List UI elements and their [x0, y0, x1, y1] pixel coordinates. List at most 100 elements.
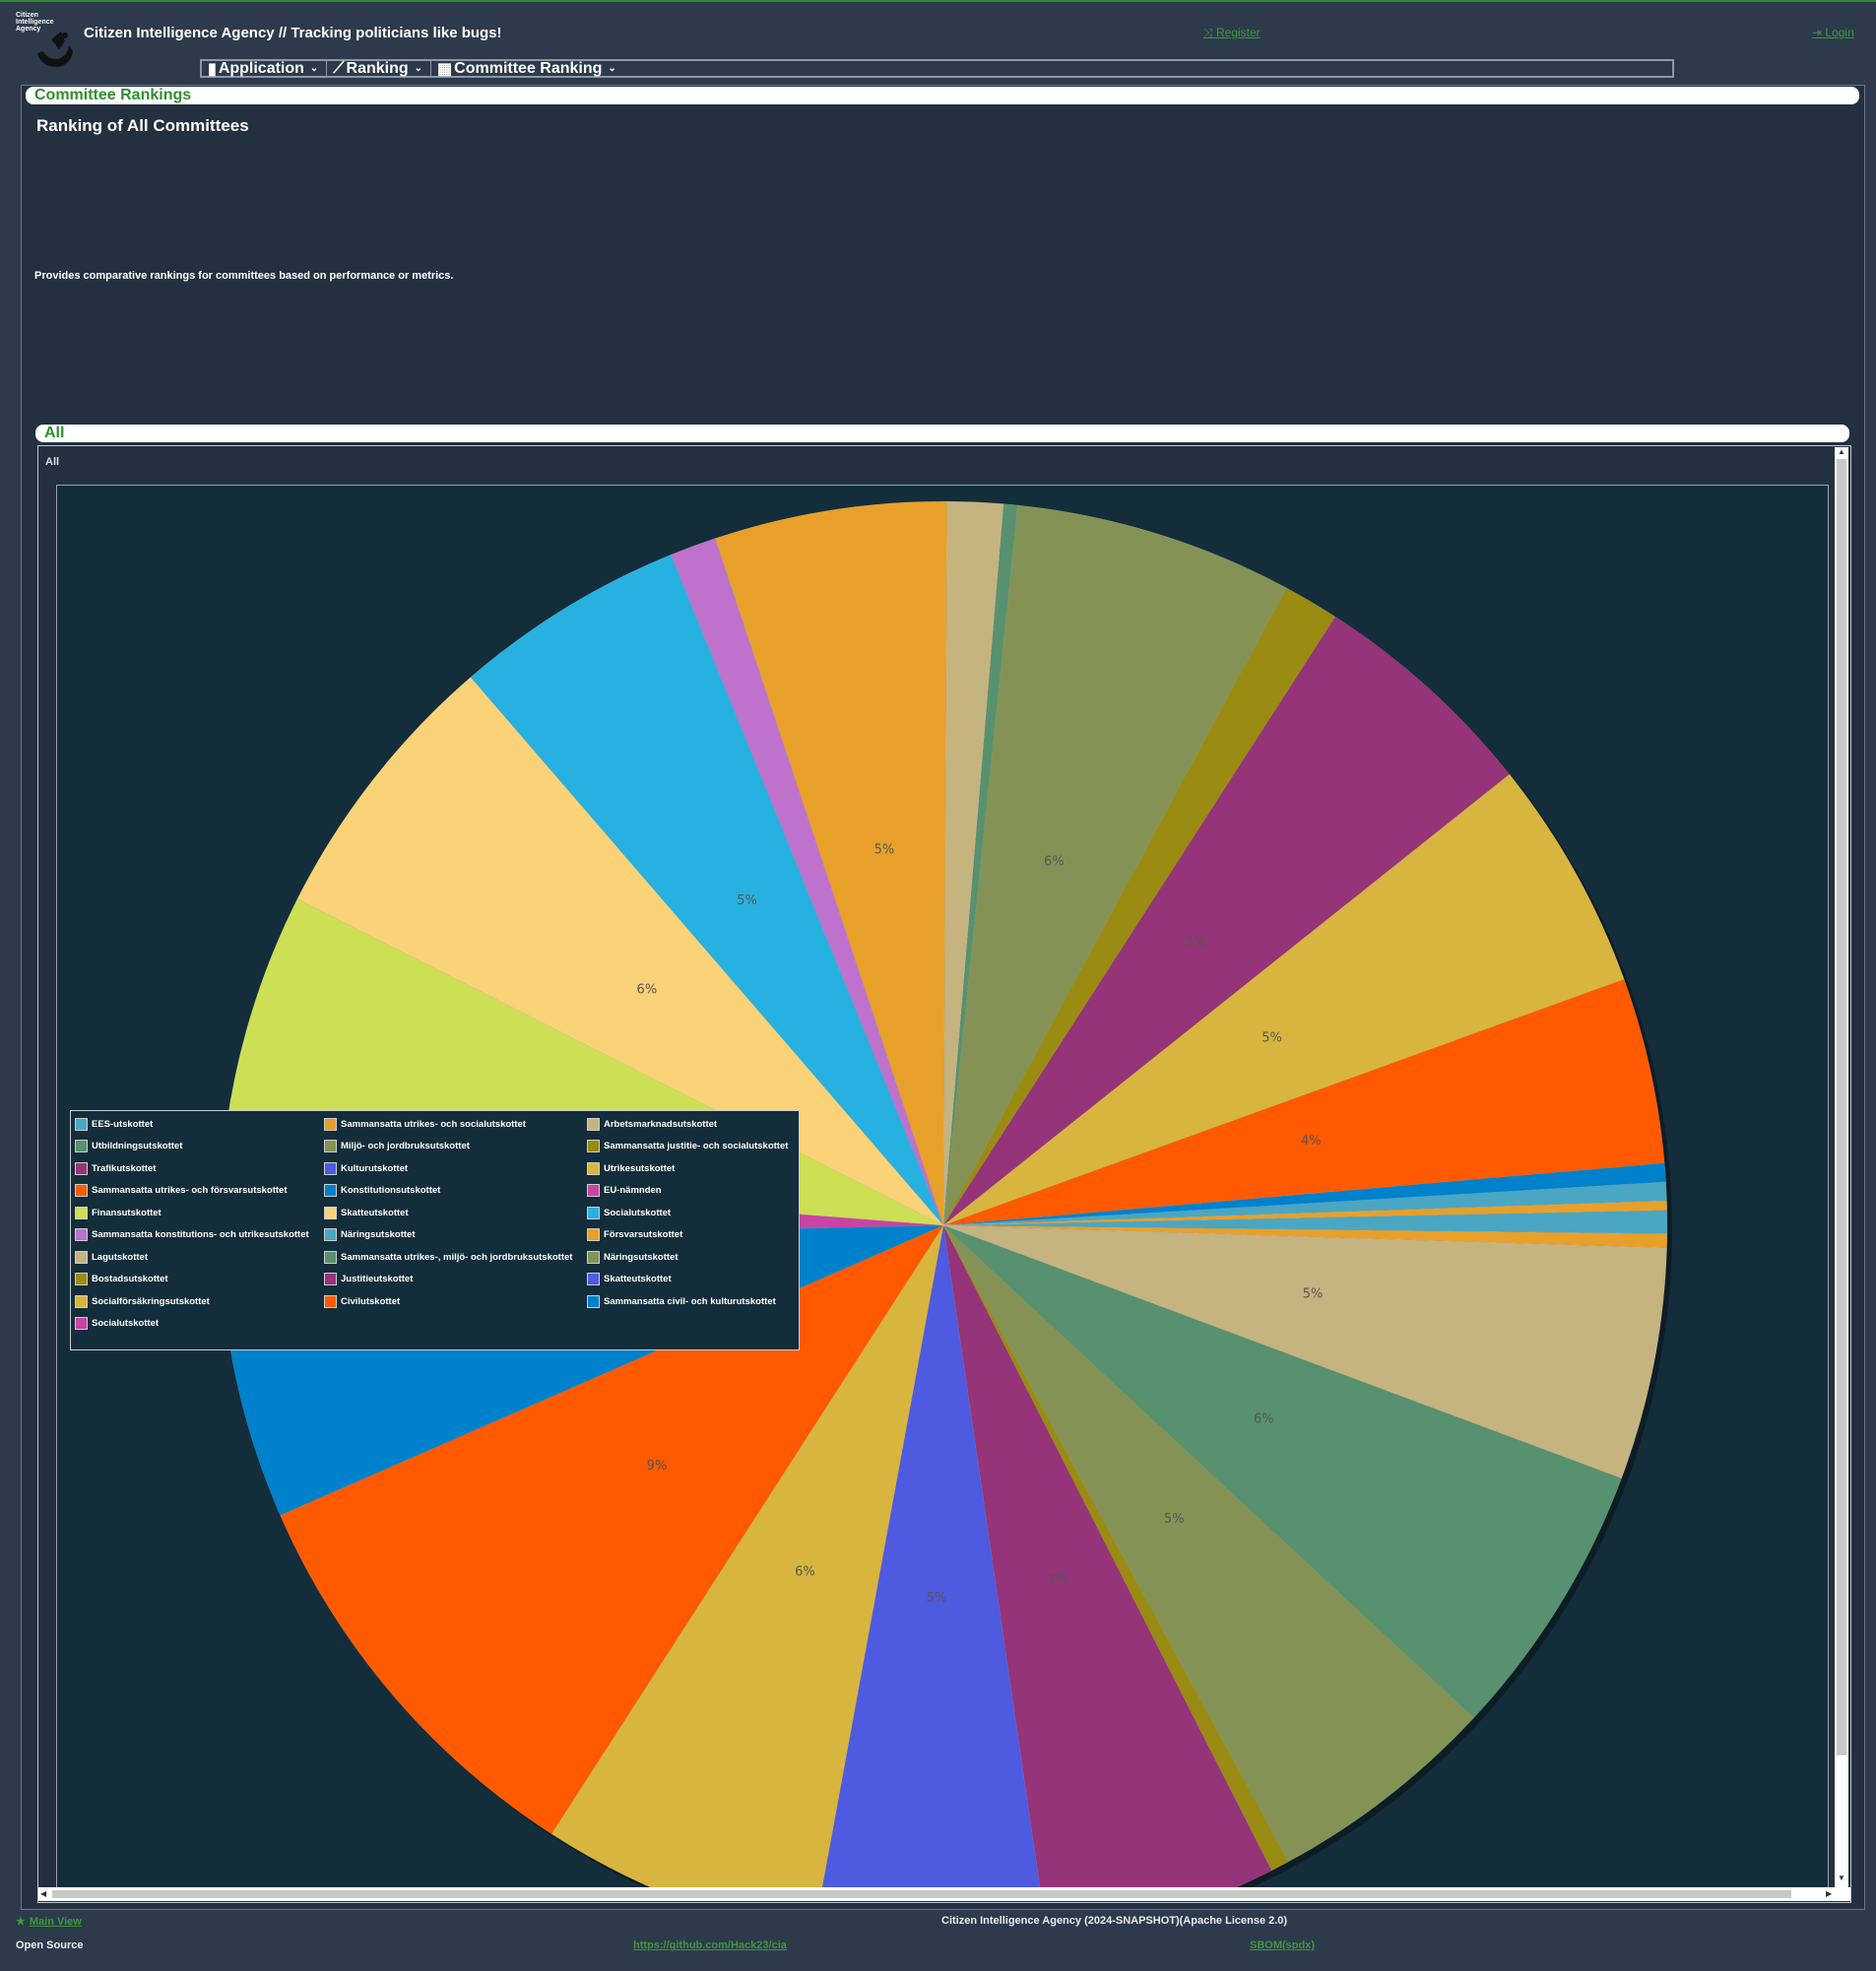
page-description: Provides comparative rankings for commit… — [34, 270, 454, 282]
legend-item[interactable]: Försvarsutskottet — [585, 1224, 802, 1247]
horizontal-scrollbar-thumb[interactable] — [52, 1890, 1791, 1898]
legend-item[interactable]: Sammansatta utrikes- och försvarsutskott… — [73, 1180, 322, 1203]
pie-slice-label: 6% — [795, 1564, 815, 1579]
pie-slice-label: 9% — [647, 1459, 668, 1474]
main-view-label: Main View — [29, 1916, 82, 1928]
legend-item[interactable]: Socialutskottet — [73, 1313, 322, 1336]
legend-item[interactable]: Arbetsmarknadsutskottet — [585, 1113, 802, 1136]
legend-item[interactable]: EES-utskottet — [73, 1113, 322, 1136]
legend-label: Socialutskottet — [604, 1207, 672, 1218]
legend-item[interactable]: Miljö- och jordbruksutskottet — [322, 1136, 585, 1158]
legend-item[interactable]: Sammansatta civil- och kulturutskottet — [585, 1290, 802, 1313]
logo[interactable]: Citizen Intelligence Agency — [14, 10, 77, 71]
pie-slice-label: 5% — [1164, 1512, 1185, 1527]
legend-item[interactable]: Utbildningsutskottet — [73, 1136, 322, 1158]
legend-label: Socialutskottet — [92, 1318, 160, 1330]
pie-chart: 5%6%5%5%5%6%9%6%6%5%5%6%5%5%4% EES-utsko… — [56, 485, 1829, 1891]
pie-slice-label: 5% — [1047, 1573, 1067, 1588]
legend-swatch — [324, 1228, 337, 1242]
pie-slice-label: 5% — [874, 843, 895, 858]
sbom-link[interactable]: SBOM(spdx) — [1250, 1939, 1315, 1951]
page-title: Ranking of All Committees — [36, 116, 249, 135]
legend-item[interactable]: Sammansatta utrikes- och socialutskottet — [322, 1113, 585, 1136]
legend-item[interactable]: Kulturutskottet — [322, 1157, 585, 1180]
menu-ranking[interactable]: ⟋ Ranking ⌄ — [326, 60, 430, 77]
legend-swatch — [587, 1250, 600, 1264]
legend-label: Utrikesutskottet — [604, 1162, 676, 1174]
legend-label: EES-utskottet — [92, 1118, 154, 1130]
chevron-down-icon: ⌄ — [608, 63, 616, 74]
legend-label: Civilutskottet — [341, 1295, 401, 1307]
legend-item[interactable]: Lagutskottet — [73, 1246, 322, 1269]
legend-item[interactable]: Civilutskottet — [322, 1290, 585, 1313]
pie-slice-label: 5% — [927, 1591, 947, 1606]
login-label: Login — [1825, 26, 1854, 39]
legend-label: Finansutskottet — [92, 1207, 162, 1218]
chevron-down-icon: ⌄ — [309, 63, 319, 74]
legend-item[interactable]: Bostadsutskottet — [73, 1269, 322, 1291]
pie-slice-label: 6% — [1044, 855, 1065, 870]
footer-open-source: Open Source — [16, 1939, 84, 1951]
panel-caption-all: All — [35, 425, 1849, 442]
menu-ranking-label: Ranking — [346, 59, 409, 77]
legend-item[interactable]: Sammansatta justitie- och socialutskotte… — [585, 1136, 802, 1158]
legend-label: Sammansatta utrikes- och försvarsutskott… — [92, 1185, 288, 1197]
scroll-left-arrow-icon[interactable]: ◀ — [40, 1889, 46, 1898]
scroll-up-arrow-icon[interactable]: ▲ — [1838, 447, 1845, 456]
panel-caption-committee-rankings: Committee Rankings — [26, 87, 1859, 104]
pie-slice-label: 5% — [737, 893, 757, 908]
legend-swatch — [75, 1228, 88, 1242]
menu-committee-ranking[interactable]: ▦ Committee Ranking ⌄ — [430, 60, 624, 78]
legend-item[interactable]: Skatteutskottet — [322, 1202, 585, 1224]
pie-slice-label: 6% — [1254, 1413, 1274, 1427]
vertical-scrollbar-thumb[interactable] — [1837, 459, 1846, 1755]
legend-item[interactable]: Utrikesutskottet — [585, 1157, 802, 1180]
register-link[interactable]: ⤨ Register — [1203, 26, 1261, 40]
login-link[interactable]: ⇥ Login — [1812, 26, 1854, 39]
legend-swatch — [75, 1161, 88, 1175]
legend-item[interactable]: Näringsutskottet — [322, 1224, 585, 1247]
menu-application[interactable]: ▮ Application ⌄ — [202, 60, 326, 78]
legend-label: Lagutskottet — [92, 1251, 148, 1263]
legend-swatch — [75, 1250, 88, 1264]
legend-swatch — [75, 1206, 88, 1219]
legend-swatch — [75, 1273, 88, 1286]
legend-swatch — [587, 1184, 600, 1198]
legend-item[interactable]: Finansutskottet — [73, 1202, 322, 1224]
legend-swatch — [75, 1294, 88, 1308]
legend-item[interactable]: EU-nämnden — [585, 1180, 802, 1203]
chart-legend: EES-utskottet Sammansatta utrikes- och so… — [70, 1110, 800, 1350]
legend-label: Trafikutskottet — [92, 1162, 157, 1174]
legend-swatch — [324, 1140, 337, 1153]
legend-label: Kulturutskottet — [341, 1162, 409, 1174]
legend-item[interactable]: Trafikutskottet — [73, 1157, 322, 1180]
legend-swatch — [587, 1117, 600, 1131]
legend-item[interactable]: Näringsutskottet — [585, 1246, 802, 1269]
legend-label: Bostadsutskottet — [92, 1274, 168, 1285]
document-icon: ▮ — [208, 60, 217, 78]
line-chart-icon: ⟋ — [333, 59, 345, 77]
github-link[interactable]: https://github.com/Hack23/cia — [633, 1939, 787, 1951]
legend-swatch — [587, 1206, 600, 1219]
legend-item[interactable]: Socialutskottet — [585, 1202, 802, 1224]
legend-item[interactable]: Justitieutskottet — [322, 1269, 585, 1291]
legend-label: Konstitutionsutskottet — [341, 1185, 441, 1197]
legend-swatch — [324, 1184, 337, 1198]
bird-logo-icon — [37, 32, 73, 67]
scroll-right-arrow-icon[interactable]: ▶ — [1826, 1889, 1832, 1898]
legend-item[interactable]: Sammansatta utrikes-, miljö- och jordbru… — [322, 1246, 585, 1269]
legend-item[interactable]: Socialförsäkringsutskottet — [73, 1290, 322, 1313]
building-icon: ▦ — [437, 60, 453, 78]
app-name: Citizen Intelligence Agency — [84, 25, 275, 41]
legend-swatch — [324, 1294, 337, 1308]
legend-item[interactable]: Skatteutskottet — [585, 1269, 802, 1291]
legend-item[interactable]: Konstitutionsutskottet — [322, 1180, 585, 1203]
legend-item[interactable]: Sammansatta konstitutions- och utrikesut… — [73, 1224, 322, 1247]
legend-label: Justitieutskottet — [341, 1274, 414, 1285]
menu-bar: ▮ Application ⌄ ⟋ Ranking ⌄ ▦ Committee … — [200, 59, 1674, 78]
pie-slice-label: 5% — [1303, 1287, 1324, 1302]
scroll-down-arrow-icon[interactable]: ▼ — [1838, 1873, 1845, 1882]
footer-app-info: Citizen Intelligence Agency (2024-SNAPSH… — [941, 1915, 1288, 1927]
legend-label: Näringsutskottet — [341, 1229, 416, 1241]
main-view-link[interactable]: ★ Main View — [16, 1915, 82, 1928]
